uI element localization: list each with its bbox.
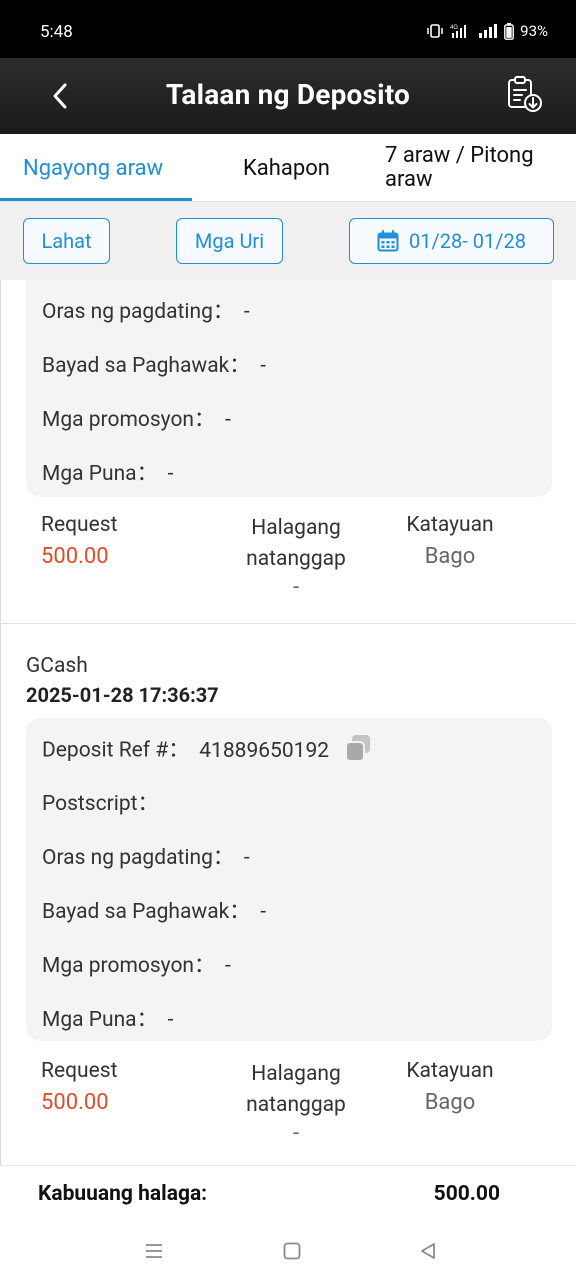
received-label: Halagang natanggap (246, 516, 346, 571)
detail-row: Oras ng pagdating： - (42, 300, 250, 324)
svg-text:4G: 4G (450, 25, 458, 31)
status-icons: 4G 93% (426, 22, 548, 40)
detail-row: Bayad sa Paghawak： - (42, 354, 267, 378)
filter-types-button[interactable]: Mga Uri (176, 218, 283, 264)
detail-row: Mga Puna： - (42, 1008, 174, 1032)
active-tab-indicator (0, 198, 192, 201)
battery-percent: 93% (520, 22, 548, 40)
signal-icon (478, 23, 498, 39)
report-download-icon (508, 76, 542, 112)
details-panel: Oras ng pagdating： - Bayad sa Paghawak： - … (26, 280, 552, 497)
tab-seven-days[interactable]: 7 araw / Pitong araw (385, 134, 555, 202)
received-amount: - (292, 575, 300, 600)
request-label: Request (41, 513, 118, 537)
page-title: Talaan ng Deposito (165, 78, 411, 111)
detail-row: Mga promosyon： - (42, 408, 231, 432)
total-amount: 500.00 (433, 1182, 500, 1206)
date-tabs: Ngayong araw Kahapon 7 araw / Pitong ara… (0, 134, 576, 202)
home-icon (283, 1242, 301, 1260)
status-label: Katayuan (406, 513, 494, 537)
status-badge: Bago (424, 544, 476, 569)
detail-row: Mga promosyon： - (42, 954, 231, 978)
vibrate-icon (426, 23, 444, 39)
status-badge: Bago (424, 1090, 476, 1115)
home-button[interactable] (278, 1239, 306, 1263)
detail-row: Mga Puna： - (42, 462, 174, 486)
status-time: 5:48 (40, 22, 73, 42)
status-label: Katayuan (406, 1059, 494, 1083)
filter-bar: Lahat Mga Uri 01/28- 01/28 (0, 202, 576, 280)
detail-row: Postscript： (42, 792, 159, 816)
menu-icon (146, 1244, 162, 1258)
app-bar: Talaan ng Deposito (0, 58, 576, 134)
signal-4g-icon: 4G (450, 23, 472, 39)
date-range-button[interactable]: 01/28- 01/28 (349, 218, 554, 264)
total-bar: Kabuuang halaga: 500.00 (0, 1165, 576, 1223)
tab-yesterday[interactable]: Kahapon (243, 134, 330, 202)
payment-method: GCash (26, 654, 88, 678)
detail-row: Deposit Ref #： 41889650192 (42, 733, 374, 769)
filter-all-button[interactable]: Lahat (23, 218, 110, 264)
request-amount: 500.00 (41, 1090, 109, 1115)
battery-icon (504, 22, 515, 40)
recent-apps-button[interactable] (140, 1239, 168, 1263)
details-panel: Deposit Ref #： 41889650192 Postscript： Or… (26, 718, 552, 1041)
divider (0, 623, 576, 624)
back-triangle-icon (421, 1243, 435, 1259)
record-datetime: 2025-01-28 17:36:37 (26, 683, 219, 707)
card-border (0, 624, 1, 1165)
date-range-label: 01/28- 01/28 (409, 229, 526, 253)
deposit-list[interactable]: Oras ng pagdating： - Bayad sa Paghawak： - … (0, 280, 576, 1165)
received-label: Halagang natanggap (246, 1062, 346, 1117)
copy-icon[interactable] (344, 733, 374, 769)
total-label: Kabuuang halaga: (38, 1182, 208, 1206)
request-label: Request (41, 1059, 118, 1083)
system-nav-bar (0, 1223, 576, 1280)
received-amount: - (292, 1121, 300, 1146)
card-border (0, 280, 1, 623)
system-back-button[interactable] (414, 1239, 442, 1263)
detail-row: Oras ng pagdating： - (42, 846, 250, 870)
request-amount: 500.00 (41, 544, 109, 569)
deposit-ref-value: 41889650192 (199, 738, 330, 763)
tab-today[interactable]: Ngayong araw (23, 134, 163, 202)
download-report-button[interactable] (506, 74, 544, 114)
calendar-icon (377, 230, 399, 252)
detail-row: Bayad sa Paghawak： - (42, 900, 267, 924)
status-bar: 5:48 4G 93% (0, 0, 576, 58)
